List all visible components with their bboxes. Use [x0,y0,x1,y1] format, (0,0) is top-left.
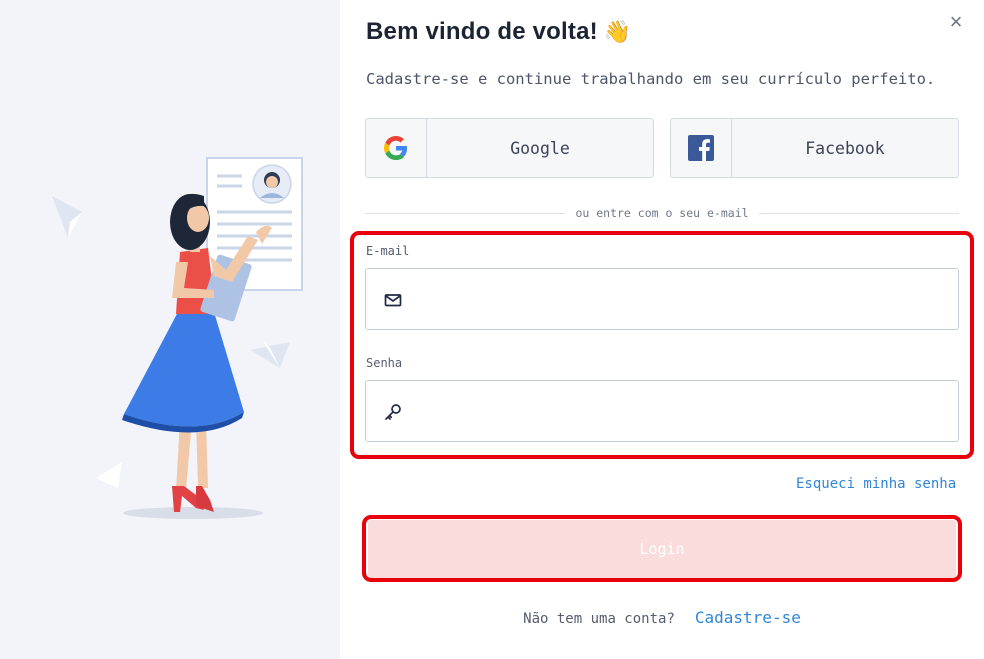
illustration-panel [0,0,340,659]
signup-link[interactable]: Cadastre-se [695,608,801,627]
password-input[interactable] [418,381,948,441]
signup-row: Não tem uma conta? Cadastre-se [340,608,984,628]
title-text: Bem vindo de volta! [366,18,598,45]
google-g-icon [366,119,427,177]
modal-title: Bem vindo de volta! 👋 [366,18,631,46]
close-icon[interactable]: × [944,10,968,34]
signup-question: Não tem uma conta? [523,611,675,627]
forgot-password-link[interactable]: Esqueci minha senha [796,476,956,492]
divider: ou entre com o seu e-mail [365,206,959,220]
login-modal: × Bem vindo de volta! 👋 Cadastre-se e con… [340,0,984,659]
modal-subtitle: Cadastre-se e continue trabalhando em se… [366,70,936,88]
login-button[interactable]: Login [368,520,956,578]
email-label: E-mail [366,244,410,258]
password-label: Senha [366,356,403,370]
facebook-label: Facebook [805,138,885,158]
waving-hand-icon: 👋 [603,20,632,45]
email-input[interactable] [418,269,948,329]
key-icon [385,404,401,420]
facebook-login-button[interactable]: Facebook [670,118,959,178]
envelope-icon [384,294,402,307]
password-field-wrapper [365,380,959,442]
email-field-wrapper [365,268,959,330]
facebook-f-icon [671,119,732,177]
woman-resume-illustration [52,157,303,519]
google-label: Google [510,138,570,158]
google-login-button[interactable]: Google [365,118,654,178]
